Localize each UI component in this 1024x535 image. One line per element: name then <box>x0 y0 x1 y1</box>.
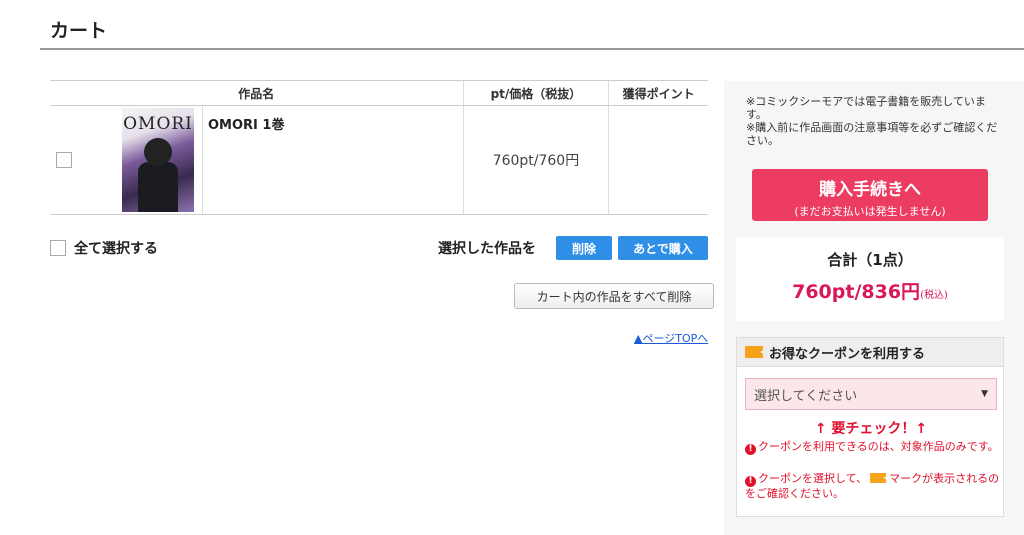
checkout-sidebar: ※コミックシーモアでは電子書籍を販売しています。 ※購入前に作品画面の注意事項等… <box>724 81 1024 535</box>
purchase-button-label: 購入手続きへ <box>819 180 921 200</box>
cart-row: OMORI OMORI 1巻 760pt/760円 <box>50 105 708 215</box>
tax-label: (税込) <box>920 290 948 301</box>
coupon-select[interactable]: 選択してください ▼ <box>745 378 997 410</box>
clear-cart-button[interactable]: カート内の作品をすべて削除 <box>514 283 714 309</box>
purchase-button[interactable]: 購入手続きへ (まだお支払いは発生しません) <box>752 169 988 221</box>
buy-later-button[interactable]: あとで購入 <box>618 236 708 260</box>
select-all-label: 全て選択する <box>74 241 158 257</box>
purchase-button-sublabel: (まだお支払いは発生しません) <box>794 205 946 218</box>
exclamation-icon: ! <box>745 476 756 487</box>
header-title: 作品名 <box>50 80 464 106</box>
delete-button[interactable]: 削除 <box>556 236 612 260</box>
coupon-select-value: 選択してください <box>754 388 858 404</box>
item-checkbox[interactable] <box>56 152 72 168</box>
notice-line-2: ※購入前に作品画面の注意事項等を必ずご確認ください。 <box>746 121 998 147</box>
item-points <box>608 105 708 215</box>
cover-title: OMORI <box>123 114 193 134</box>
cover-figure-head <box>144 138 172 166</box>
notice-line-1: ※コミックシーモアでは電子書籍を販売しています。 <box>746 95 986 121</box>
page-title: カート <box>50 20 108 42</box>
book-cover-image[interactable]: OMORI <box>122 108 194 212</box>
total-box: 合計（1点） 760pt/836円(税込) <box>736 237 1004 321</box>
warning-1-text: クーポンを利用できるのは、対象作品のみです。 <box>758 440 999 453</box>
header-price: pt/価格（税抜） <box>462 80 609 106</box>
coupon-box: お得なクーポンを利用する 選択してください ▼ ↑ 要チェック！↑ ! クーポンを… <box>736 337 1004 517</box>
cover-figure-body <box>138 162 178 212</box>
select-all-checkbox[interactable]: 全て選択する <box>50 238 158 258</box>
coupon-header-label: お得なクーポンを利用する <box>769 346 926 362</box>
dropdown-caret-icon: ▼ <box>981 389 988 399</box>
cart-table: 作品名 pt/価格（税抜） 獲得ポイント OMORI OMORI 1巻 760p… <box>50 80 708 215</box>
item-title[interactable]: OMORI 1巻 <box>208 114 284 133</box>
header-points: 獲得ポイント <box>608 80 708 106</box>
selected-items-label: 選択した作品を <box>438 241 536 257</box>
total-label: 合計（1点） <box>827 251 913 269</box>
select-all-box[interactable] <box>50 240 66 256</box>
coupon-warning-2: ! クーポンを選択して、 マークが表示されるのをご確認ください。 <box>745 472 1001 501</box>
notice-text: ※コミックシーモアでは電子書籍を販売しています。 ※購入前に作品画面の注意事項等… <box>746 95 1002 147</box>
cell-divider <box>202 106 203 214</box>
total-amount-value: 760pt/836円 <box>792 281 921 303</box>
total-amount: 760pt/836円(税込) <box>736 277 1004 304</box>
item-price: 760pt/760円 <box>462 105 609 215</box>
check-required-label: ↑ 要チェック！↑ <box>814 421 928 437</box>
title-divider <box>40 48 1024 50</box>
cart-item-cell: OMORI OMORI 1巻 <box>50 105 464 215</box>
coupon-ticket-icon <box>745 346 763 358</box>
coupon-header: お得なクーポンを利用する <box>737 338 1003 367</box>
warning-2-text-a: クーポンを選択して、 <box>758 472 868 485</box>
exclamation-icon: ! <box>745 444 756 455</box>
coupon-warning-1: ! クーポンを利用できるのは、対象作品のみです。 <box>745 440 1001 455</box>
page-top-link[interactable]: ▲ページTOPへ <box>634 330 708 346</box>
coupon-ticket-icon <box>870 473 887 483</box>
